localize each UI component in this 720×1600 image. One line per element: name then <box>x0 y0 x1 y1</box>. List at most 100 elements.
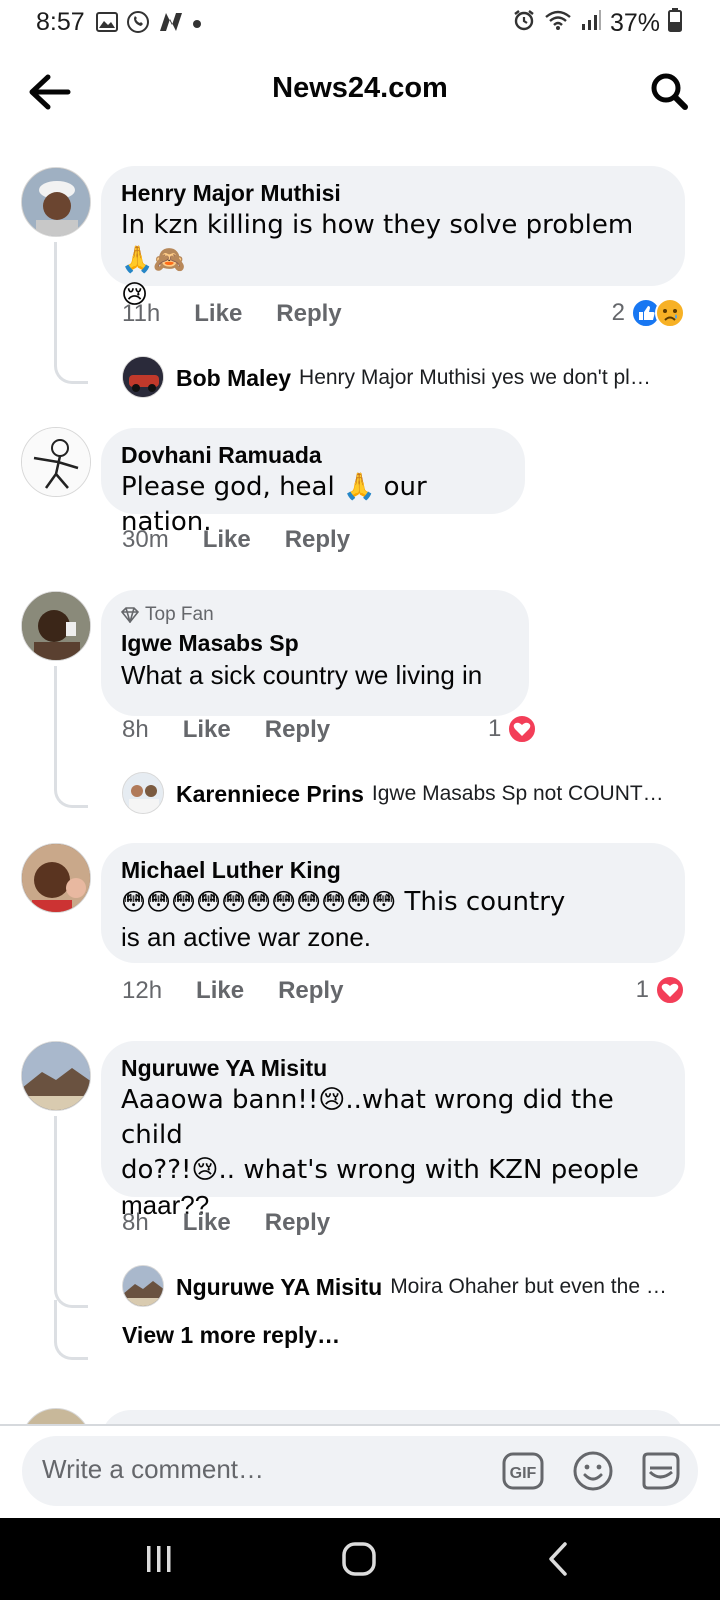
reply-preview[interactable]: Nguruwe YA Misitu Moira Ohaher but even … <box>122 1265 696 1309</box>
thread-line <box>54 1300 88 1360</box>
diamond-icon <box>121 607 139 623</box>
view-more-replies-link[interactable]: View 1 more reply… <box>122 1322 340 1349</box>
notification-icons <box>96 10 202 39</box>
reply-author: Nguruwe YA Misitu <box>176 1273 383 1300</box>
reply-text: Moira Ohaher but even the … <box>390 1275 667 1298</box>
comment-author[interactable]: Igwe Masabs Sp <box>121 628 509 658</box>
smiley-icon <box>573 1451 613 1491</box>
reply-author: Karenniece Prins <box>176 780 364 807</box>
system-nav-bar <box>0 1518 720 1600</box>
reply-button[interactable]: Reply <box>285 526 350 554</box>
top-fan-label: Top Fan <box>145 604 214 625</box>
like-button[interactable]: Like <box>183 716 231 744</box>
reply-avatar <box>122 356 164 398</box>
comment-bubble: Top Fan Igwe Masabs Sp What a sick count… <box>101 590 529 716</box>
home-button[interactable] <box>340 1540 378 1583</box>
flushed-emojis: 😳😳😳😳😳😳😳😳😳😳😳 <box>121 888 397 916</box>
wifi-icon <box>544 9 572 38</box>
comment-time: 11h <box>122 300 161 327</box>
status-time: 8:57 <box>36 8 85 36</box>
reaction-summary[interactable]: 1 <box>488 714 538 744</box>
comment-bubble: Henry Major Muthisi In kzn killing is ho… <box>101 166 685 310</box>
page-title: News24.com <box>272 72 448 104</box>
news-app-icon <box>158 11 184 38</box>
avatar <box>21 1408 91 1424</box>
comment-actions: 12h Like Reply <box>122 977 343 1005</box>
comment-text-inline: This country <box>396 887 566 917</box>
sticker-button[interactable] <box>638 1450 682 1497</box>
reaction-summary[interactable]: 2 <box>612 298 685 328</box>
reaction-summary[interactable]: 1 <box>636 975 685 1005</box>
comment-actions: 30m Like Reply <box>122 526 350 554</box>
thread-line <box>54 666 88 808</box>
gif-icon: GIF <box>502 1452 544 1490</box>
comment-text: What a sick country we living in <box>121 660 483 690</box>
thread-line <box>54 242 88 384</box>
app-bar: News24.com <box>0 58 720 124</box>
like-button[interactable]: Like <box>203 526 251 554</box>
whatsapp-icon <box>126 10 150 39</box>
home-icon <box>342 1542 376 1576</box>
avatar[interactable] <box>21 843 91 913</box>
comment-author[interactable]: Henry Major Muthisi <box>121 178 665 208</box>
avatar[interactable] <box>21 167 91 237</box>
like-button[interactable]: Like <box>196 977 244 1005</box>
comment-time: 12h <box>122 977 163 1004</box>
comment-text-line2: do??!😢.. what's wrong with KZN people <box>121 1155 639 1185</box>
avatar[interactable] <box>21 591 91 661</box>
next-comment-avatar-clip <box>21 1408 91 1424</box>
reply-button[interactable]: Reply <box>265 716 330 744</box>
comment-bubble: Michael Luther King 😳😳😳😳😳😳😳😳😳😳😳 This cou… <box>101 843 685 963</box>
avatar[interactable] <box>21 1041 91 1111</box>
battery-icon <box>668 8 682 39</box>
reply-button[interactable]: Reply <box>276 300 341 328</box>
comment-time: 30m <box>122 526 169 553</box>
reaction-count: 1 <box>635 976 649 1003</box>
comment-composer: GIF <box>22 1436 698 1506</box>
emoji-button[interactable] <box>572 1450 614 1497</box>
comment-author[interactable]: Nguruwe YA Misitu <box>121 1053 665 1083</box>
comment-actions: 8h Like Reply <box>122 1209 330 1237</box>
sad-reaction-icon <box>655 298 685 328</box>
recent-apps-button[interactable] <box>142 1542 176 1581</box>
back-nav-button[interactable] <box>546 1540 570 1583</box>
comment-bubble <box>101 1410 685 1424</box>
gif-button[interactable]: GIF <box>502 1450 544 1497</box>
love-reaction-icon <box>507 714 538 744</box>
like-button[interactable]: Like <box>183 1209 231 1237</box>
comment-author[interactable]: Michael Luther King <box>121 855 665 885</box>
recents-icon <box>147 1546 171 1572</box>
like-button[interactable]: Like <box>194 300 242 328</box>
alarm-icon <box>512 8 536 39</box>
status-bar: 8:57 37% <box>0 0 720 46</box>
comment-bubble: Nguruwe YA Misitu Aaaowa bann!!😢..what w… <box>101 1041 685 1220</box>
reply-text: Igwe Masabs Sp not COUNT… <box>371 782 664 805</box>
comment-author[interactable]: Dovhani Ramuada <box>121 440 505 470</box>
comment-text: In kzn killing is how they solve problem… <box>121 210 634 275</box>
comment-input[interactable] <box>42 1454 462 1485</box>
search-button[interactable] <box>648 70 690 112</box>
comment-text: Aaaowa bann!!😢..what wrong did the child <box>121 1085 614 1150</box>
reply-avatar <box>122 1265 164 1307</box>
reply-preview[interactable]: Karenniece Prins Igwe Masabs Sp not COUN… <box>122 772 692 816</box>
comment-time: 8h <box>122 716 149 743</box>
reaction-count: 2 <box>611 299 625 326</box>
avatar[interactable] <box>21 427 91 497</box>
back-chevron-icon <box>549 1542 567 1576</box>
reply-avatar <box>122 772 164 814</box>
reply-button[interactable]: Reply <box>265 1209 330 1237</box>
top-fan-badge: Top Fan <box>121 602 509 628</box>
comment-text: 😳😳😳😳😳😳😳😳😳😳😳 This country <box>121 885 665 920</box>
love-reaction-icon <box>655 975 685 1005</box>
reply-button[interactable]: Reply <box>278 977 343 1005</box>
comment-text-line2: is an active war zone. <box>121 922 372 952</box>
composer-divider <box>0 1424 720 1426</box>
battery-percent: 37% <box>609 9 660 37</box>
reply-preview[interactable]: Bob Maley Henry Major Muthisi yes we don… <box>122 356 692 400</box>
dot-icon <box>192 16 202 34</box>
comment-time: 8h <box>122 1209 149 1236</box>
comment-bubble: Dovhani Ramuada Please god, heal 🙏 our n… <box>101 428 525 537</box>
thread-line <box>54 1116 88 1308</box>
signal-icon <box>580 9 602 38</box>
search-icon <box>651 73 688 110</box>
